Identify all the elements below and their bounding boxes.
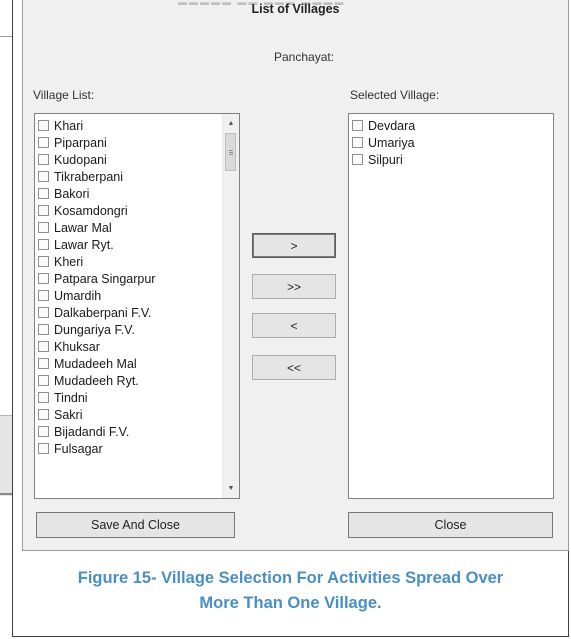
- village-list-item-label: Bijadandi F.V.: [54, 424, 130, 439]
- checkbox[interactable]: [352, 120, 363, 131]
- checkbox[interactable]: [38, 137, 49, 148]
- village-list-item-label: Dungariya F.V.: [54, 322, 135, 337]
- village-list-item[interactable]: Umardih: [35, 287, 239, 304]
- checkbox[interactable]: [38, 341, 49, 352]
- selected-village-item-label: Umariya: [368, 135, 415, 150]
- village-list-item-label: Tindni: [54, 390, 88, 405]
- village-list-item[interactable]: Dungariya F.V.: [35, 321, 239, 338]
- village-list-item[interactable]: Sakri: [35, 406, 239, 423]
- checkbox[interactable]: [352, 137, 363, 148]
- village-list-item-label: Mudadeeh Ryt.: [54, 373, 139, 388]
- village-list-item[interactable]: Bakori: [35, 185, 239, 202]
- checkbox[interactable]: [38, 188, 49, 199]
- scroll-up-icon[interactable]: ▲: [223, 115, 239, 132]
- village-list-item-label: Umardih: [54, 288, 102, 303]
- village-list-item-label: Kudopani: [54, 152, 107, 167]
- checkbox[interactable]: [38, 256, 49, 267]
- village-list-item[interactable]: Mudadeeh Ryt.: [35, 372, 239, 389]
- selected-village-item-label: Devdara: [368, 118, 416, 133]
- village-list-item-label: Kheri: [54, 254, 84, 269]
- checkbox[interactable]: [38, 307, 49, 318]
- selected-village-label: Selected Village:: [350, 88, 440, 102]
- village-list-item-label: Mudadeeh Mal: [54, 356, 137, 371]
- dialog-title: List of Villages: [251, 2, 340, 16]
- add-button[interactable]: >: [252, 233, 336, 258]
- village-list-item[interactable]: Khari: [35, 117, 239, 134]
- caption-line-2: More Than One Village.: [199, 594, 382, 612]
- save-and-close-button[interactable]: Save And Close: [36, 512, 235, 538]
- village-list-item-label: Piparpani: [54, 135, 107, 150]
- village-listbox[interactable]: Khari Piparpani Kudopani Tikraberpani Bakori…: [34, 113, 240, 499]
- village-list-item-label: Bakori: [54, 186, 90, 201]
- selected-village-listbox[interactable]: Devdara Umariya Silpuri: [348, 113, 554, 499]
- village-list-item[interactable]: Tindni: [35, 389, 239, 406]
- village-list-item[interactable]: Kheri: [35, 253, 239, 270]
- village-list-item[interactable]: Lawar Ryt.: [35, 236, 239, 253]
- remove-button[interactable]: <: [252, 313, 336, 338]
- village-list-item[interactable]: Patpara Singarpur: [35, 270, 239, 287]
- scroll-thumb[interactable]: [225, 133, 236, 171]
- village-list-item[interactable]: Piparpani: [35, 134, 239, 151]
- village-list-item[interactable]: Bijadandi F.V.: [35, 423, 239, 440]
- village-list-scrollbar[interactable]: ▲ ▼: [222, 114, 239, 498]
- checkbox[interactable]: [38, 205, 49, 216]
- village-list-item[interactable]: Khuksar: [35, 338, 239, 355]
- caption-line-1: Figure 15- Village Selection For Activit…: [77, 569, 504, 587]
- selected-village-item[interactable]: Silpuri: [349, 151, 553, 168]
- village-list-item-label: Khari: [54, 118, 84, 133]
- village-list-item-label: Sakri: [54, 407, 83, 422]
- village-list-item-label: Dalkaberpani F.V.: [54, 305, 152, 320]
- village-list-item[interactable]: Kudopani: [35, 151, 239, 168]
- checkbox[interactable]: [38, 273, 49, 284]
- checkbox[interactable]: [38, 120, 49, 131]
- village-list-item[interactable]: Mudadeeh Mal: [35, 355, 239, 372]
- checkbox[interactable]: [38, 375, 49, 386]
- village-list-item[interactable]: Tikraberpani: [35, 168, 239, 185]
- village-list-item[interactable]: Kosamdongri: [35, 202, 239, 219]
- village-list-item[interactable]: Lawar Mal: [35, 219, 239, 236]
- remove-all-button[interactable]: <<: [252, 355, 336, 380]
- add-all-button[interactable]: >>: [252, 274, 336, 299]
- close-button[interactable]: Close: [348, 512, 553, 538]
- list-of-villages-dialog: ▬▬▬▬▬ ▬▬ ▬▬▬ ▬▬▬▬ List of Villages Panch…: [22, 0, 569, 551]
- figure-caption: Figure 15- Village Selection For Activit…: [12, 566, 569, 616]
- selected-village-item[interactable]: Umariya: [349, 134, 553, 151]
- village-list-label: Village List:: [33, 88, 95, 102]
- checkbox[interactable]: [38, 443, 49, 454]
- checkbox[interactable]: [38, 154, 49, 165]
- checkbox[interactable]: [38, 426, 49, 437]
- checkbox[interactable]: [38, 222, 49, 233]
- checkbox[interactable]: [38, 290, 49, 301]
- village-list-item-label: Fulsagar: [54, 441, 103, 456]
- village-list-item-label: Khuksar: [54, 339, 100, 354]
- checkbox[interactable]: [38, 358, 49, 369]
- village-list-item-label: Patpara Singarpur: [54, 271, 156, 286]
- panchayat-label: Panchayat:: [274, 50, 335, 64]
- checkbox[interactable]: [38, 324, 49, 335]
- checkbox[interactable]: [38, 239, 49, 250]
- checkbox[interactable]: [38, 392, 49, 403]
- scroll-down-icon[interactable]: ▼: [223, 480, 239, 497]
- checkbox[interactable]: [38, 409, 49, 420]
- checkbox[interactable]: [38, 171, 49, 182]
- village-list-item[interactable]: Fulsagar: [35, 440, 239, 457]
- village-list-item-label: Lawar Mal: [54, 220, 112, 235]
- selected-village-item-label: Silpuri: [368, 152, 403, 167]
- checkbox[interactable]: [352, 154, 363, 165]
- village-list-item[interactable]: Dalkaberpani F.V.: [35, 304, 239, 321]
- village-list-item-label: Tikraberpani: [54, 169, 124, 184]
- village-list-item-label: Lawar Ryt.: [54, 237, 114, 252]
- village-list-item-label: Kosamdongri: [54, 203, 128, 218]
- selected-village-item[interactable]: Devdara: [349, 117, 553, 134]
